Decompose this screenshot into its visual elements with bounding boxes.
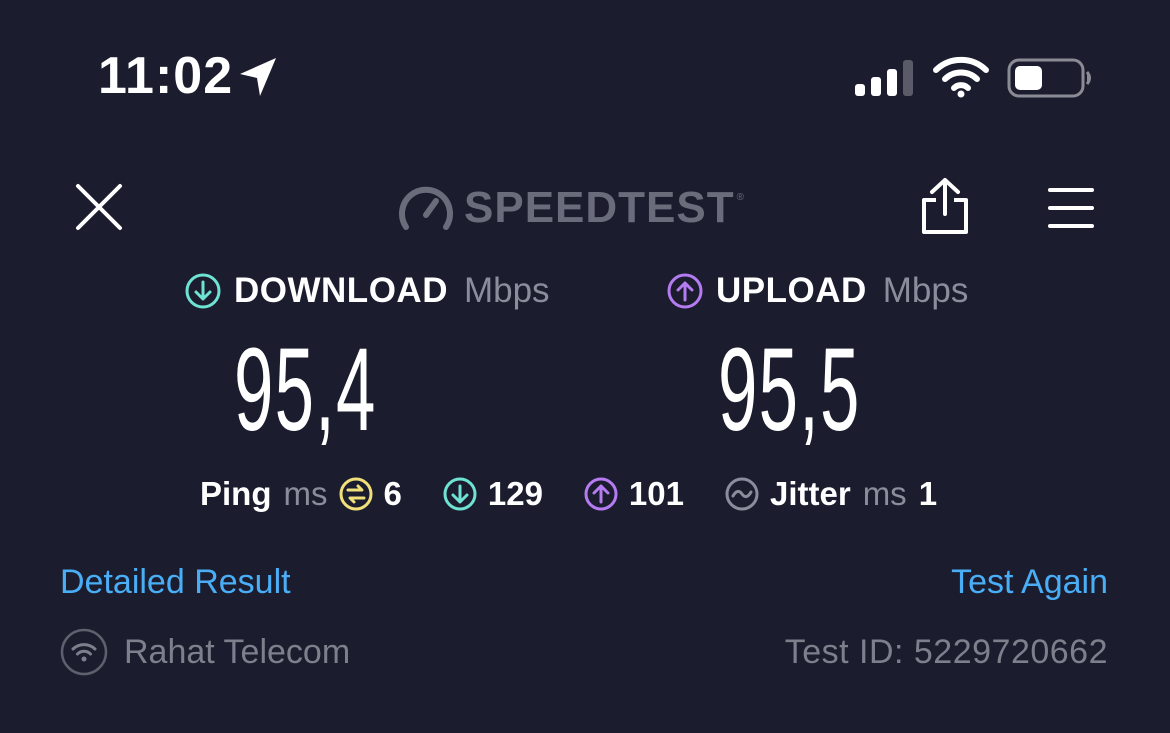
jitter-value: 1: [918, 475, 938, 512]
logo-trademark: ®: [736, 192, 744, 203]
test-id: Test ID: 5229720662: [784, 633, 1108, 671]
download-unit: Mbps: [463, 271, 550, 310]
download-header: DOWNLOAD Mbps: [184, 268, 550, 314]
speedtest-logo: SPEEDTEST ®: [398, 182, 744, 234]
ping-upload-value: 101: [628, 475, 684, 512]
cellular-signal-icon: [855, 60, 913, 96]
ping-jitter-row: Ping ms 6 129 101 Jitter ms 1: [200, 472, 937, 516]
provider-info: Rahat Telecom: [60, 628, 350, 676]
provider-name: Rahat Telecom: [124, 632, 351, 671]
upload-header: UPLOAD Mbps: [666, 268, 968, 314]
idle-ping-icon: [339, 477, 372, 511]
jitter-unit: ms: [862, 475, 907, 512]
upload-arrow-icon: [667, 273, 703, 309]
ping-download-value: 129: [487, 475, 543, 512]
location-arrow-icon: [240, 58, 276, 96]
upload-value: 95,5: [718, 324, 861, 456]
download-label: DOWNLOAD: [234, 271, 448, 310]
upload-unit: Mbps: [882, 271, 969, 310]
menu-icon[interactable]: [1048, 186, 1094, 230]
upload-ping-icon: [584, 477, 618, 511]
upload-label: UPLOAD: [716, 271, 867, 310]
download-arrow-icon: [185, 273, 221, 309]
detailed-result-link[interactable]: Detailed Result: [60, 560, 291, 604]
download-ping-icon: [443, 477, 477, 511]
share-icon[interactable]: [920, 176, 970, 236]
gauge-logo-icon: [399, 186, 453, 230]
ping-unit: ms: [283, 475, 328, 512]
battery-icon: [1007, 58, 1091, 98]
provider-wifi-icon: [60, 628, 108, 676]
close-icon[interactable]: [74, 182, 124, 232]
ping-label: Ping: [200, 475, 272, 512]
status-time: 11:02: [98, 47, 234, 105]
wifi-icon: [933, 56, 989, 98]
jitter-label: Jitter: [769, 475, 851, 512]
logo-text: SPEEDTEST: [464, 183, 735, 232]
jitter-icon: [725, 477, 759, 511]
test-again-link[interactable]: Test Again: [951, 560, 1108, 604]
ping-idle-value: 6: [383, 475, 402, 512]
download-value: 95,4: [234, 324, 377, 456]
